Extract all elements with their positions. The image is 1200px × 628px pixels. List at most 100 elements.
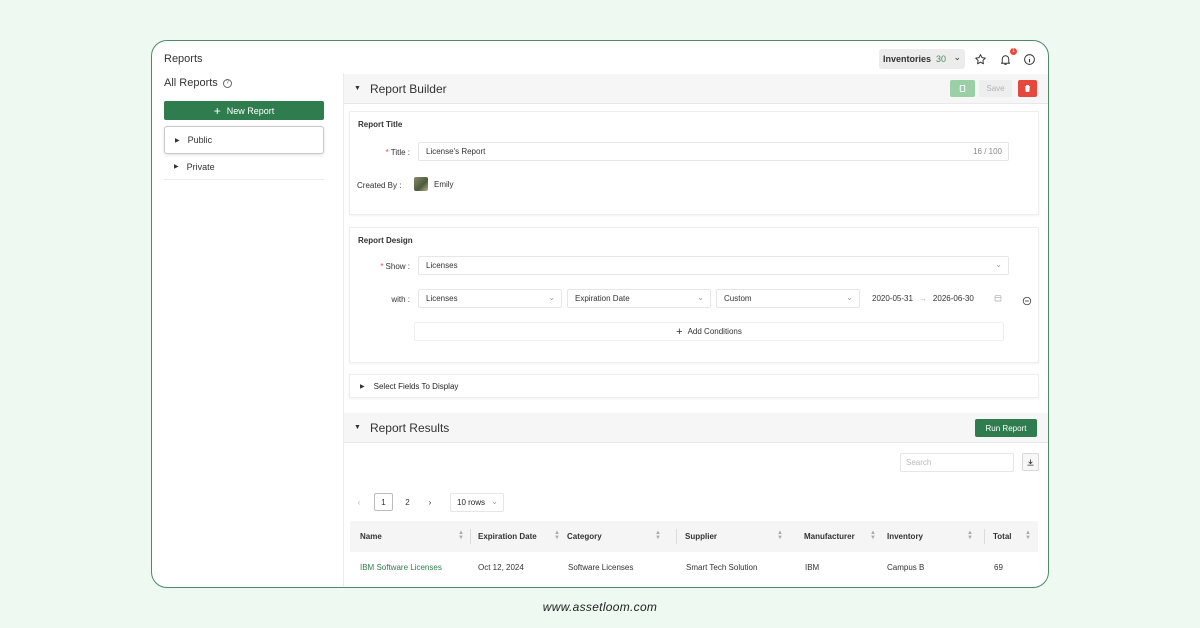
report-title-section-label: Report Title (358, 120, 403, 129)
cell-name[interactable]: IBM Software Licenses (360, 563, 442, 572)
column-header-category[interactable]: Category ▲ ▼ (567, 521, 667, 552)
sort-icon: ▲ ▼ (655, 530, 661, 541)
sort-icon: ▲ ▼ (554, 530, 560, 541)
page-1-button[interactable]: 1 (374, 493, 393, 511)
sidebar-title: All Reports ? (164, 77, 232, 89)
copy-button[interactable] (950, 80, 975, 97)
caret-right-icon: ▶ (175, 137, 180, 144)
run-report-button[interactable]: Run Report (975, 419, 1037, 437)
sidebar-item-label: Public (187, 135, 213, 145)
report-builder-title: Report Builder (369, 81, 447, 96)
add-conditions-label: Add Conditions (687, 327, 742, 336)
new-report-label: New Report (226, 105, 275, 116)
help-icon[interactable]: ? (222, 78, 232, 88)
search-input[interactable]: Search (900, 453, 1014, 472)
with-entity-select[interactable]: Licenses ⌄ (418, 289, 562, 308)
title-field-label: * Title : (385, 148, 410, 157)
report-results-header[interactable]: ▼ Report Results (344, 413, 1048, 443)
chevron-down-icon: ⌄ (995, 260, 1002, 269)
title-input[interactable]: License's Report 16 / 100 (418, 142, 1009, 161)
with-field-select[interactable]: Expiration Date ⌄ (567, 289, 711, 308)
arrow-right-icon: → (918, 294, 927, 303)
rows-per-page-select[interactable]: 10 rows ⌄ (450, 493, 504, 512)
with-field-value: Expiration Date (575, 294, 630, 303)
date-range-type-value: Custom (724, 294, 752, 303)
column-header-expiration-date[interactable]: Expiration Date ▲ ▼ (478, 521, 560, 552)
sidebar-divider (343, 73, 344, 587)
plus-icon: + (676, 325, 683, 338)
report-results-title: Report Results (369, 420, 450, 435)
column-header-supplier[interactable]: Supplier ▲ ▼ (685, 521, 789, 552)
created-by-name: Emily (434, 180, 454, 189)
new-report-button[interactable]: + New Report (164, 101, 324, 120)
inventory-count: 30 (936, 54, 947, 64)
download-button[interactable] (1022, 453, 1039, 471)
trash-icon (1024, 85, 1031, 92)
report-design-section-label: Report Design (358, 236, 413, 245)
with-field-label: with : (391, 295, 410, 304)
inventory-label: Inventories (883, 54, 932, 64)
inventory-selector[interactable]: Inventories 30 ⌄ (879, 49, 965, 69)
column-header-manufacturer[interactable]: Manufacturer ▲ ▼ (804, 521, 876, 552)
chevron-down-icon: ⌄ (846, 293, 853, 302)
sort-icon: ▲ ▼ (458, 530, 464, 541)
cell-supplier: Smart Tech Solution (686, 563, 758, 572)
copy-icon (959, 85, 966, 92)
chevron-down-icon: ⌄ (491, 497, 498, 506)
created-by-label: Created By : (357, 181, 402, 190)
show-field-label: * Show : (380, 262, 410, 271)
title-char-counter: 16 / 100 (973, 147, 1002, 156)
title-input-value: License's Report (426, 147, 486, 156)
date-start: 2020-05-31 (872, 294, 913, 303)
show-select[interactable]: Licenses ⌄ (418, 256, 1009, 275)
caret-right-icon: ▶ (360, 383, 365, 390)
sidebar-item-label: Private (186, 161, 215, 172)
cell-inventory: Campus B (887, 563, 925, 572)
cell-expiration-date: Oct 12, 2024 (478, 563, 524, 572)
all-reports-label: All Reports (164, 77, 218, 89)
next-page-button[interactable]: › (422, 493, 438, 511)
app-window: Reports Inventories 30 ⌄ 1 All Reports ?… (151, 40, 1049, 588)
sidebar-item-public[interactable]: ▶ Public (164, 126, 324, 154)
sort-icon: ▲ ▼ (777, 530, 783, 541)
delete-button[interactable] (1018, 80, 1037, 97)
select-fields-panel[interactable]: ▶ Select Fields To Display (349, 374, 1039, 398)
column-header-total[interactable]: Total ▲ ▼ (993, 521, 1031, 552)
avatar (414, 177, 428, 191)
sidebar-item-private[interactable]: ▶ Private (164, 154, 324, 180)
remove-condition-icon[interactable] (1022, 293, 1032, 311)
footer-url: www.assetloom.com (542, 600, 658, 614)
date-range-type-select[interactable]: Custom ⌄ (716, 289, 860, 308)
star-icon[interactable] (972, 51, 988, 67)
chevron-down-icon: ⌄ (548, 293, 555, 302)
notification-badge: 1 (1010, 48, 1017, 55)
column-header-name[interactable]: Name ▲ ▼ (360, 521, 470, 552)
report-builder-header[interactable]: ▼ Report Builder (344, 74, 1048, 104)
rows-per-page-value: 10 rows (457, 498, 486, 507)
add-conditions-button[interactable]: + Add Conditions (414, 322, 1004, 341)
column-header-inventory[interactable]: Inventory ▲ ▼ (887, 521, 979, 552)
info-icon[interactable] (1021, 51, 1037, 67)
date-end: 2026-06-30 (932, 294, 974, 303)
chevron-down-icon: ⌄ (953, 52, 961, 62)
download-icon (1027, 459, 1034, 466)
page-2-button[interactable]: 2 (398, 493, 417, 511)
date-range-picker[interactable]: 2020-05-31 → 2026-06-30 (865, 289, 1009, 308)
save-button[interactable]: Save (979, 80, 1012, 97)
caret-right-icon: ▶ (174, 164, 179, 170)
chevron-down-icon: ⌄ (697, 293, 704, 302)
prev-page-button[interactable]: ‹ (352, 493, 366, 511)
table-header: Name ▲ ▼ Expiration Date ▲ ▼ Category ▲ ▼ Supp… (350, 521, 1038, 552)
cell-category: Software Licenses (568, 563, 634, 572)
sort-icon: ▲ ▼ (870, 530, 876, 541)
show-select-value: Licenses (426, 261, 458, 270)
cell-manufacturer: IBM (805, 563, 820, 572)
calendar-icon[interactable] (994, 294, 1002, 304)
sort-icon: ▲ ▼ (967, 530, 973, 541)
select-fields-label: Select Fields To Display (373, 381, 459, 391)
with-entity-value: Licenses (426, 294, 458, 303)
caret-down-icon: ▼ (354, 85, 361, 92)
report-title-card: Report Title (349, 111, 1039, 215)
cell-total: 69 (994, 563, 1003, 572)
plus-icon: + (213, 103, 221, 118)
